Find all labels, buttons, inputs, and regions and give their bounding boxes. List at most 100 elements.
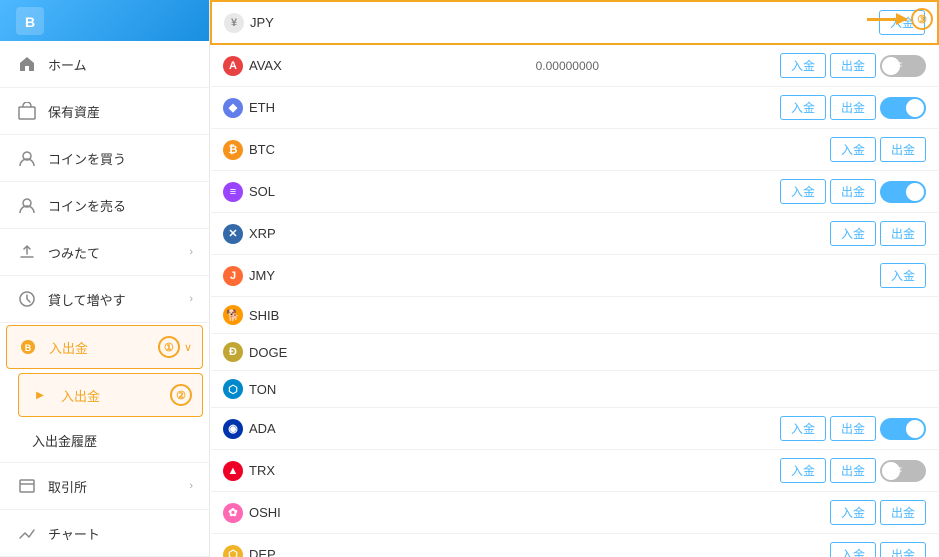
coin-symbol: XRP <box>249 226 276 241</box>
coin-amount-cell <box>431 334 611 371</box>
deposit-button[interactable]: 入金 <box>780 53 826 78</box>
coin-symbol: TRX <box>249 463 275 478</box>
coin-buttons-cell <box>651 371 938 387</box>
coin-amount-cell <box>431 255 611 297</box>
sidebar-item-trade[interactable]: 取引所 › <box>0 463 209 510</box>
sidebar-item-buy[interactable]: コインを買う <box>0 135 209 182</box>
withdraw-button[interactable]: 出金 <box>830 416 876 441</box>
coin-name: ¥ JPY <box>224 13 419 33</box>
withdraw-button[interactable]: 出金 <box>880 221 926 246</box>
coin-name-cell: A AVAX <box>211 44 431 87</box>
coin-name-cell: ⬡ DEP <box>211 534 431 557</box>
sidebar-item-deposit[interactable]: B 入出金 ① ∨ <box>6 325 203 369</box>
deposit-sub-icon: ▶ <box>29 384 51 406</box>
coin-name-cell: Ð DOGE <box>211 334 431 371</box>
main-content: ¥ JPY 入金 A AVAX 0.00000000入金出金 OFF ◆ ETH… <box>210 0 939 557</box>
coin-icon: ✿ <box>223 503 243 523</box>
sidebar-label-savings: つみたて <box>48 243 189 262</box>
withdraw-button[interactable]: 出金 <box>880 500 926 525</box>
coin-name: ◉ ADA <box>223 419 419 439</box>
coin-amount-cell <box>431 171 611 213</box>
chart-icon <box>16 522 38 544</box>
coin-icon: ₿ <box>223 140 243 160</box>
coin-symbol: OSHI <box>249 505 281 520</box>
withdraw-button[interactable]: 出金 <box>880 542 926 557</box>
deposit-button[interactable]: 入金 <box>780 416 826 441</box>
trade-icon <box>16 475 38 497</box>
coin-name-cell: ▲ TRX <box>211 450 431 492</box>
sidebar-item-home[interactable]: ホーム <box>0 41 209 88</box>
badge-2: ② <box>170 384 192 406</box>
withdraw-button[interactable]: 出金 <box>830 179 876 204</box>
deposit-button[interactable]: 入金 <box>780 179 826 204</box>
sidebar-item-sell[interactable]: コインを売る <box>0 182 209 229</box>
sidebar-label-assets: 保有資産 <box>48 102 193 121</box>
deposit-button[interactable]: 入金 <box>830 542 876 557</box>
withdraw-button[interactable]: 出金 <box>880 137 926 162</box>
sidebar-item-assets[interactable]: 保有資産 <box>0 88 209 135</box>
coin-name-cell: 🐕 SHIB <box>211 297 431 334</box>
coin-amount-cell <box>431 129 611 171</box>
deposit-button[interactable]: 入金 <box>830 137 876 162</box>
coin-symbol: JMY <box>249 268 275 283</box>
sidebar-item-history[interactable]: 入出金履歴 <box>0 419 209 463</box>
coin-symbol: DOGE <box>249 345 287 360</box>
sidebar-item-savings[interactable]: つみたて › <box>0 229 209 276</box>
lend-icon <box>16 288 38 310</box>
badge-3: ③ <box>911 8 933 30</box>
toggle-label-on: ON <box>909 103 923 113</box>
toggle-on[interactable]: ON <box>880 181 926 203</box>
coin-symbol: DEP <box>249 547 276 557</box>
toggle-on[interactable]: ON <box>880 418 926 440</box>
coin-name: ▲ TRX <box>223 461 419 481</box>
toggle-label-off: OFF <box>884 61 902 71</box>
coin-icon: ▲ <box>223 461 243 481</box>
deposit-button[interactable]: 入金 <box>830 221 876 246</box>
sidebar-label-history: 入出金履歴 <box>32 431 193 450</box>
coin-icon: ✕ <box>223 224 243 244</box>
sell-icon <box>16 194 38 216</box>
toggle-on[interactable]: ON <box>880 97 926 119</box>
deposit-arrow: ∨ <box>184 341 192 354</box>
withdraw-button[interactable]: 出金 <box>830 95 876 120</box>
sidebar-item-chart[interactable]: チャート <box>0 510 209 557</box>
coin-amount-cell <box>431 450 611 492</box>
deposit-button[interactable]: 入金 <box>780 95 826 120</box>
coin-icon: ⬡ <box>223 545 243 557</box>
withdraw-button[interactable]: 出金 <box>830 53 876 78</box>
coin-name: ⬡ TON <box>223 379 419 399</box>
coin-buttons-cell <box>651 297 938 313</box>
coin-icon: A <box>223 56 243 76</box>
lend-arrow: › <box>189 293 193 305</box>
coin-icon: ⬡ <box>223 379 243 399</box>
coin-symbol: BTC <box>249 142 275 157</box>
coin-name: ⬡ DEP <box>223 545 419 557</box>
deposit-button[interactable]: 入金 <box>780 458 826 483</box>
sidebar-label-sell: コインを売る <box>48 196 193 215</box>
coin-icon: ≡ <box>223 182 243 202</box>
home-icon <box>16 53 38 75</box>
logo-icon: B <box>16 7 44 35</box>
toggle-off[interactable]: OFF <box>880 55 926 77</box>
deposit-button[interactable]: 入金 <box>830 500 876 525</box>
coin-symbol: AVAX <box>249 58 282 73</box>
toggle-off[interactable]: OFF <box>880 460 926 482</box>
coin-symbol: JPY <box>250 15 274 30</box>
sidebar-label-deposit: 入出金 <box>49 338 154 357</box>
coin-buttons-cell: 入金出金 <box>651 492 938 533</box>
toggle-label-on: ON <box>909 187 923 197</box>
coin-symbol: TON <box>249 382 276 397</box>
deposit-icon: B <box>17 336 39 358</box>
coin-name-cell: J JMY <box>211 255 431 297</box>
coin-amount-cell: 0.00000000 <box>431 44 611 87</box>
withdraw-button[interactable]: 出金 <box>830 458 876 483</box>
sidebar-item-deposit-sub[interactable]: ▶ 入出金 ② <box>18 373 203 417</box>
sidebar-item-lend[interactable]: 貸して増やす › <box>0 276 209 323</box>
deposit-button[interactable]: 入金 <box>880 263 926 288</box>
coin-amount-cell <box>431 213 611 255</box>
toggle-label-on: ON <box>909 424 923 434</box>
coin-name: 🐕 SHIB <box>223 305 419 325</box>
coin-name-cell: ◆ ETH <box>211 87 431 129</box>
coin-name: ✿ OSHI <box>223 503 419 523</box>
sidebar-label-deposit-sub: 入出金 <box>61 386 166 405</box>
